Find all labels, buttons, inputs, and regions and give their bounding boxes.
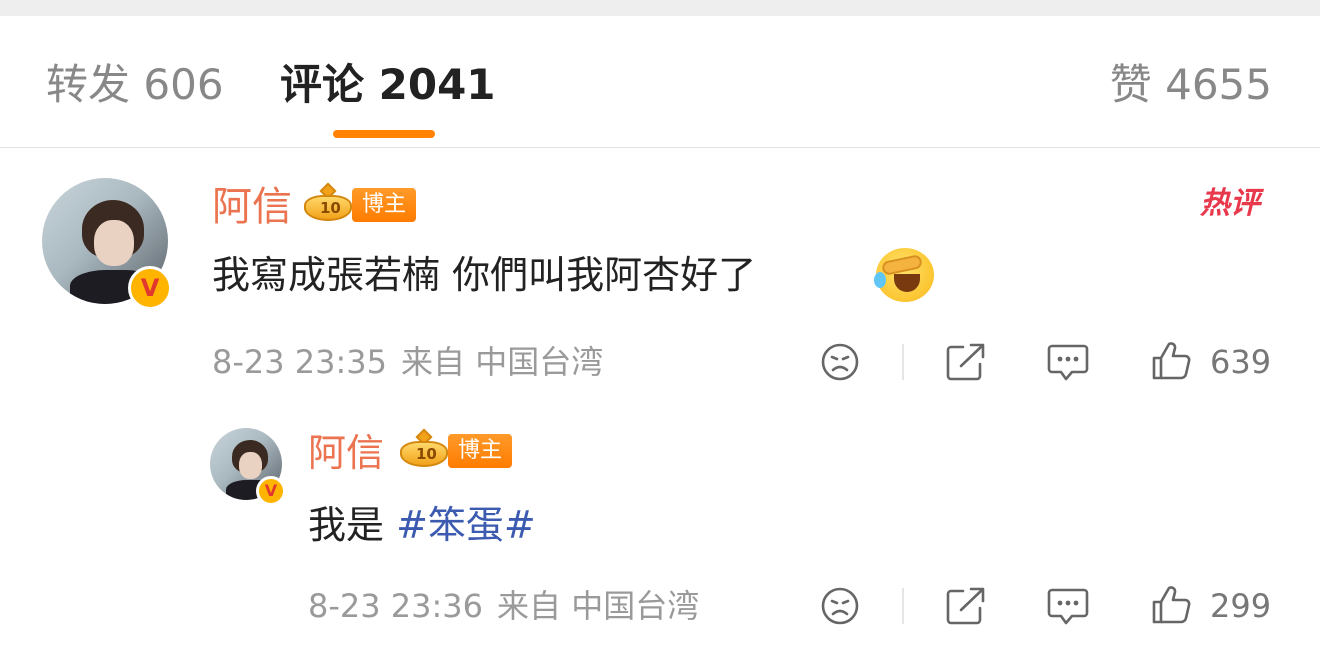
tab-comments-count: 2041 [378,60,496,109]
crown-icon: 10 [398,428,454,471]
verified-badge-icon: V [128,266,172,310]
laughing-crying-emoji-icon [874,248,934,302]
top-strip [0,0,1320,16]
reply-source: 来自 中国台湾 [497,587,700,625]
hot-comment-tag: 热评 [1200,186,1260,221]
tab-repost-count: 606 [143,60,224,109]
tab-repost-label: 转发 [46,60,131,109]
action-divider [902,344,904,380]
dislike-icon[interactable] [820,586,860,626]
reply-text: 我是 #笨蛋# [308,500,536,550]
blogger-badge[interactable]: 10 博主 [398,428,513,471]
reply-time: 23:36 [390,587,484,625]
badge-label: 博主 [352,188,417,222]
action-divider [902,588,904,624]
reply-meta: 8-23 23:36 来自 中国台湾 [308,586,699,626]
comment-time: 23:35 [294,343,388,381]
comment-icon[interactable] [1046,586,1090,628]
like-icon[interactable] [1150,340,1192,382]
comment-username[interactable]: 阿信 [212,184,292,230]
like-icon[interactable] [1150,584,1192,626]
tab-comments[interactable]: 评论 2041 [280,60,496,110]
share-icon[interactable] [945,586,987,626]
dislike-icon[interactable] [820,342,860,382]
comment-source: 来自 中国台湾 [401,343,604,381]
share-icon[interactable] [945,342,987,382]
badge-label: 博主 [448,434,513,468]
tab-bar: 转发 606 评论 2041 赞 4655 [0,16,1320,148]
blogger-badge[interactable]: 10 博主 [302,182,417,225]
active-tab-indicator [333,130,435,138]
tab-likes-count: 4655 [1165,60,1272,109]
reply-text-prefix: 我是 [308,503,397,547]
crown-icon: 10 [302,182,358,225]
comment-text: 我寫成張若楠 你們叫我阿杏好了 [212,253,757,297]
badge-level: 10 [320,199,341,217]
reply-date: 8-23 [308,587,381,625]
comment-icon[interactable] [1046,342,1090,384]
comment-meta: 8-23 23:35 来自 中国台湾 [212,342,603,382]
hashtag-link[interactable]: #笨蛋# [396,503,536,547]
like-count: 639 [1210,343,1272,381]
tab-comments-label: 评论 [280,60,365,109]
like-count: 299 [1210,587,1272,625]
verified-badge-icon: V [256,476,286,506]
comment-date: 8-23 [212,343,285,381]
tab-repost[interactable]: 转发 606 [46,60,224,110]
tab-likes-label: 赞 [1109,60,1152,109]
reply-username[interactable]: 阿信 [308,430,384,476]
badge-level: 10 [416,445,437,463]
tab-likes[interactable]: 赞 4655 [1110,60,1272,110]
